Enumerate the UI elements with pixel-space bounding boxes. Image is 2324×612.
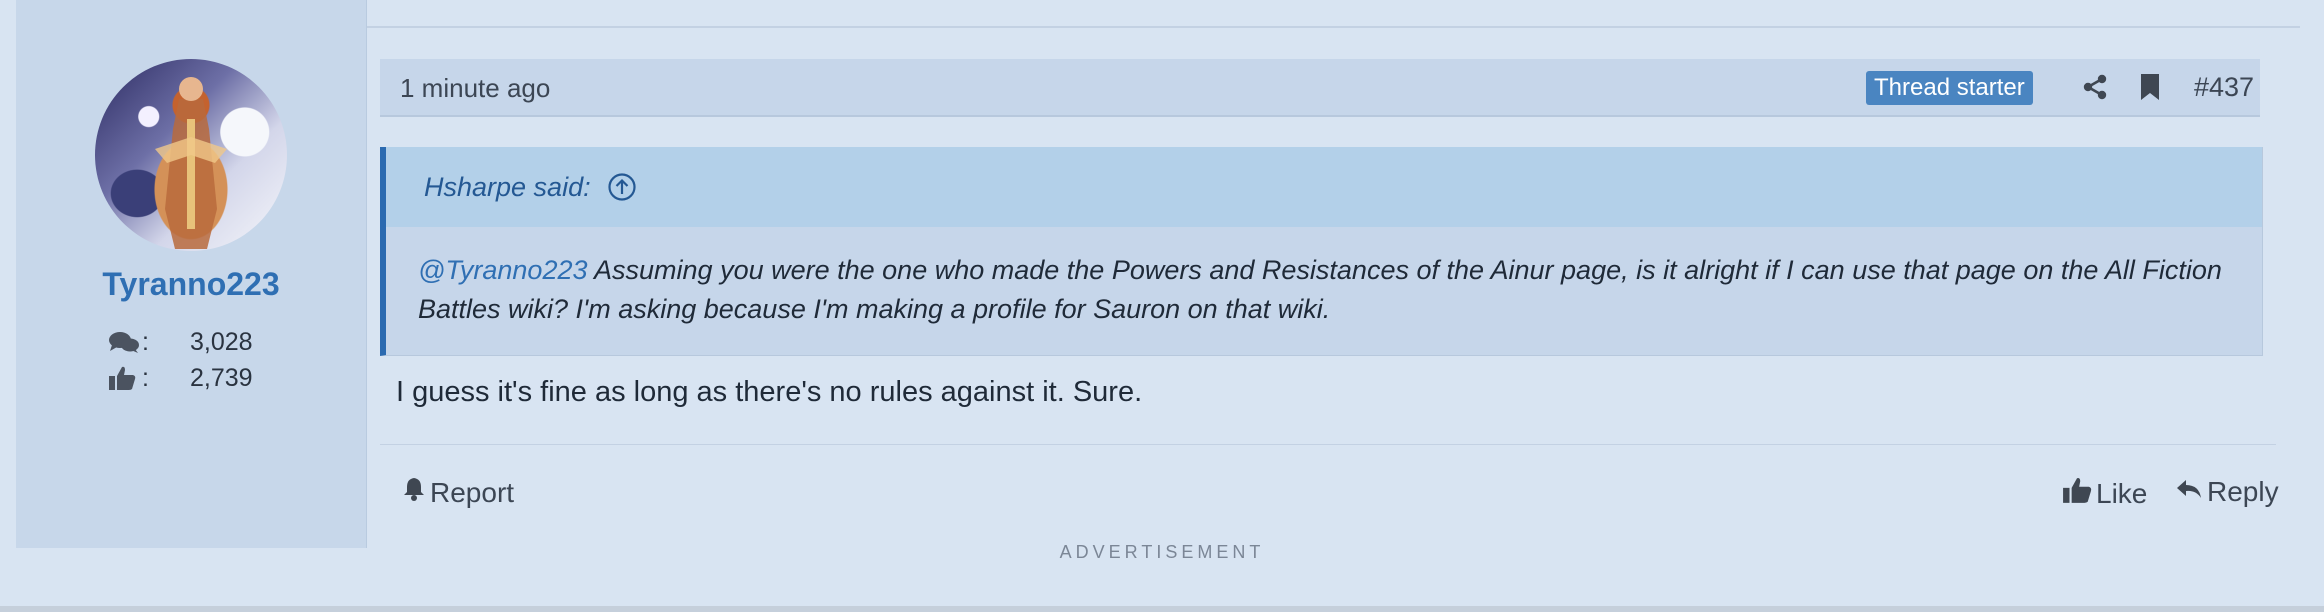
report-label: Report xyxy=(430,476,515,508)
thumbs-up-icon xyxy=(108,365,142,391)
thread-starter-badge: Thread starter xyxy=(1866,71,2033,105)
post-message: I guess it's fine as long as there's no … xyxy=(396,376,1143,408)
comments-icon xyxy=(108,329,142,355)
stat-separator: : xyxy=(142,327,149,356)
quote-content: @Tyranno223 Assuming you were the one wh… xyxy=(386,227,2262,329)
like-button[interactable]: Like xyxy=(2062,476,2147,511)
post-meta-bar: 1 minute ago Thread starter #437 xyxy=(380,59,2260,117)
user-mention-link[interactable]: @Tyranno223 xyxy=(418,255,588,285)
reply-button[interactable]: Reply xyxy=(2175,476,2279,508)
reaction-score-stat: : 2,739 xyxy=(108,363,253,393)
reply-label: Reply xyxy=(2207,476,2279,507)
share-icon[interactable] xyxy=(2082,74,2108,105)
quote-text: Assuming you were the one who made the P… xyxy=(418,255,2222,324)
user-info-panel: Tyranno223 : 3,028 : 2,739 xyxy=(16,0,367,548)
report-button[interactable]: Report xyxy=(402,476,514,509)
arrow-up-circle-icon[interactable] xyxy=(607,172,637,202)
stat-separator: : xyxy=(142,363,149,392)
username[interactable]: Tyranno223 xyxy=(16,266,366,303)
quote-header: Hsharpe said: xyxy=(386,147,2262,227)
quote-author[interactable]: Hsharpe said: xyxy=(424,172,591,203)
advertisement-label: ADVERTISEMENT xyxy=(1059,542,1265,562)
quote-block: Hsharpe said: @Tyranno223 Assuming you w… xyxy=(380,147,2263,356)
message-count-stat: : 3,028 xyxy=(108,327,253,357)
post-timestamp[interactable]: 1 minute ago xyxy=(400,73,550,104)
avatar[interactable] xyxy=(95,59,287,251)
message-count: 3,028 xyxy=(190,327,253,356)
like-label: Like xyxy=(2096,477,2148,509)
page-bottom-edge xyxy=(0,606,2324,612)
footer-divider xyxy=(380,444,2276,445)
reaction-score: 2,739 xyxy=(190,363,253,392)
reply-arrow-icon xyxy=(2175,476,2207,508)
post-number-link[interactable]: #437 xyxy=(2194,72,2254,103)
bell-icon xyxy=(402,476,430,509)
bookmark-icon[interactable] xyxy=(2140,73,2160,106)
thumbs-up-icon xyxy=(2062,476,2096,511)
